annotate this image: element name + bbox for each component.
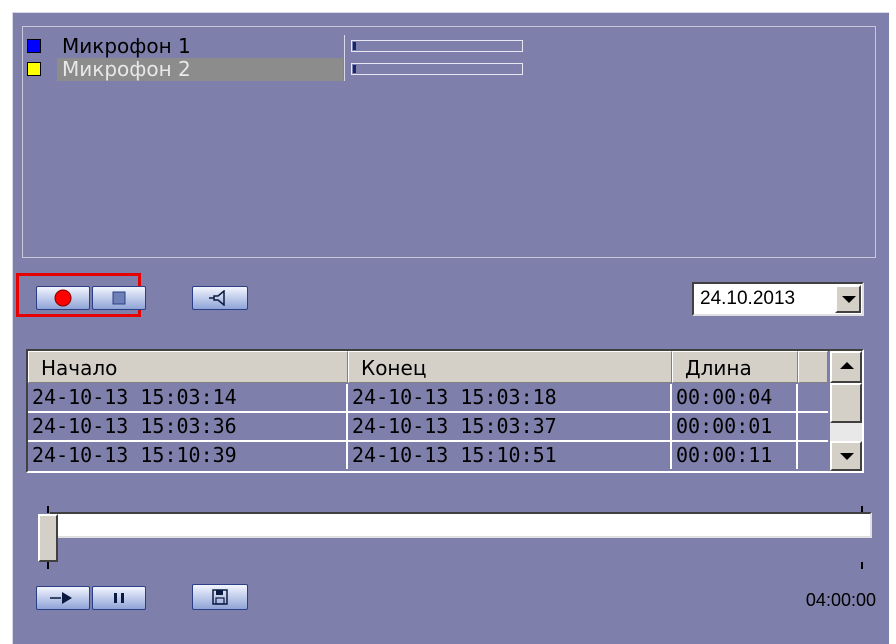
stop-icon: [112, 291, 126, 305]
speaker-icon: [209, 290, 225, 306]
recordings-table: Начало Конец Длина 24-10-13 15:03:14 24-…: [26, 349, 864, 473]
save-icon: [212, 589, 228, 605]
column-divider: [344, 35, 345, 58]
speaker-button[interactable]: [192, 286, 248, 310]
cell-start: 24-10-13 15:03:36: [28, 413, 348, 440]
microphone-name-2[interactable]: Микрофон 2: [57, 58, 343, 81]
stop-button[interactable]: [92, 286, 146, 310]
record-button[interactable]: [36, 286, 90, 310]
column-header-end[interactable]: Конец: [348, 351, 672, 383]
timeline-start-tick: [47, 506, 49, 513]
cell-length: 00:00:04: [672, 384, 798, 411]
date-picker[interactable]: 24.10.2013: [692, 282, 864, 316]
pause-icon: [114, 593, 124, 603]
table-header: Начало Конец Длина: [28, 351, 828, 383]
play-button[interactable]: [36, 586, 90, 610]
chevron-down-icon: [840, 453, 854, 460]
chevron-up-icon: [840, 362, 854, 369]
playback-time: 04:00:00: [805, 590, 876, 610]
pause-button[interactable]: [92, 586, 146, 610]
scroll-thumb[interactable]: [830, 383, 862, 423]
timeline-track[interactable]: [50, 512, 872, 538]
record-icon: [54, 289, 72, 307]
microphone-list: Микрофон 1 Микрофон 2: [22, 26, 876, 258]
table-row[interactable]: 24-10-13 15:10:39 24-10-13 15:10:51 00:0…: [28, 442, 828, 469]
table-scrollbar[interactable]: [830, 351, 862, 471]
timeline-end-tick-bottom: [861, 562, 863, 569]
cell-end: 24-10-13 15:03:18: [348, 384, 672, 411]
microphone-level-1: [351, 40, 523, 52]
scroll-down-button[interactable]: [830, 441, 862, 471]
cell-length: 00:00:01: [672, 413, 798, 440]
column-header-start[interactable]: Начало: [28, 351, 348, 383]
cell-start: 24-10-13 15:03:14: [28, 384, 348, 411]
cell-length: 00:00:11: [672, 442, 798, 469]
scroll-up-button[interactable]: [830, 351, 862, 383]
level-fill: [353, 42, 356, 50]
microphone-level-2: [351, 63, 523, 75]
color-swatch-1: [27, 39, 41, 53]
column-header-length[interactable]: Длина: [672, 351, 798, 383]
save-button[interactable]: [192, 584, 248, 610]
microphone-row-1[interactable]: Микрофон 1: [23, 35, 557, 58]
timeline-thumb[interactable]: [38, 514, 58, 562]
cell-end: 24-10-13 15:10:51: [348, 442, 672, 469]
date-value: 24.10.2013: [700, 288, 796, 309]
table-row[interactable]: 24-10-13 15:03:36 24-10-13 15:03:37 00:0…: [28, 413, 828, 440]
microphone-name-1[interactable]: Микрофон 1: [57, 35, 343, 58]
column-header-empty: [798, 351, 828, 383]
level-fill: [353, 65, 356, 73]
date-dropdown-button[interactable]: [835, 285, 861, 313]
cell-start: 24-10-13 15:10:39: [28, 442, 348, 469]
color-swatch-2: [27, 62, 41, 76]
play-icon: [50, 592, 72, 604]
column-divider: [344, 58, 345, 81]
microphone-row-2[interactable]: Микрофон 2: [23, 58, 557, 81]
chevron-down-icon: [842, 296, 856, 303]
table-row[interactable]: 24-10-13 15:03:14 24-10-13 15:03:18 00:0…: [28, 384, 828, 411]
timeline-start-tick-bottom: [47, 562, 49, 569]
cell-end: 24-10-13 15:03:37: [348, 413, 672, 440]
